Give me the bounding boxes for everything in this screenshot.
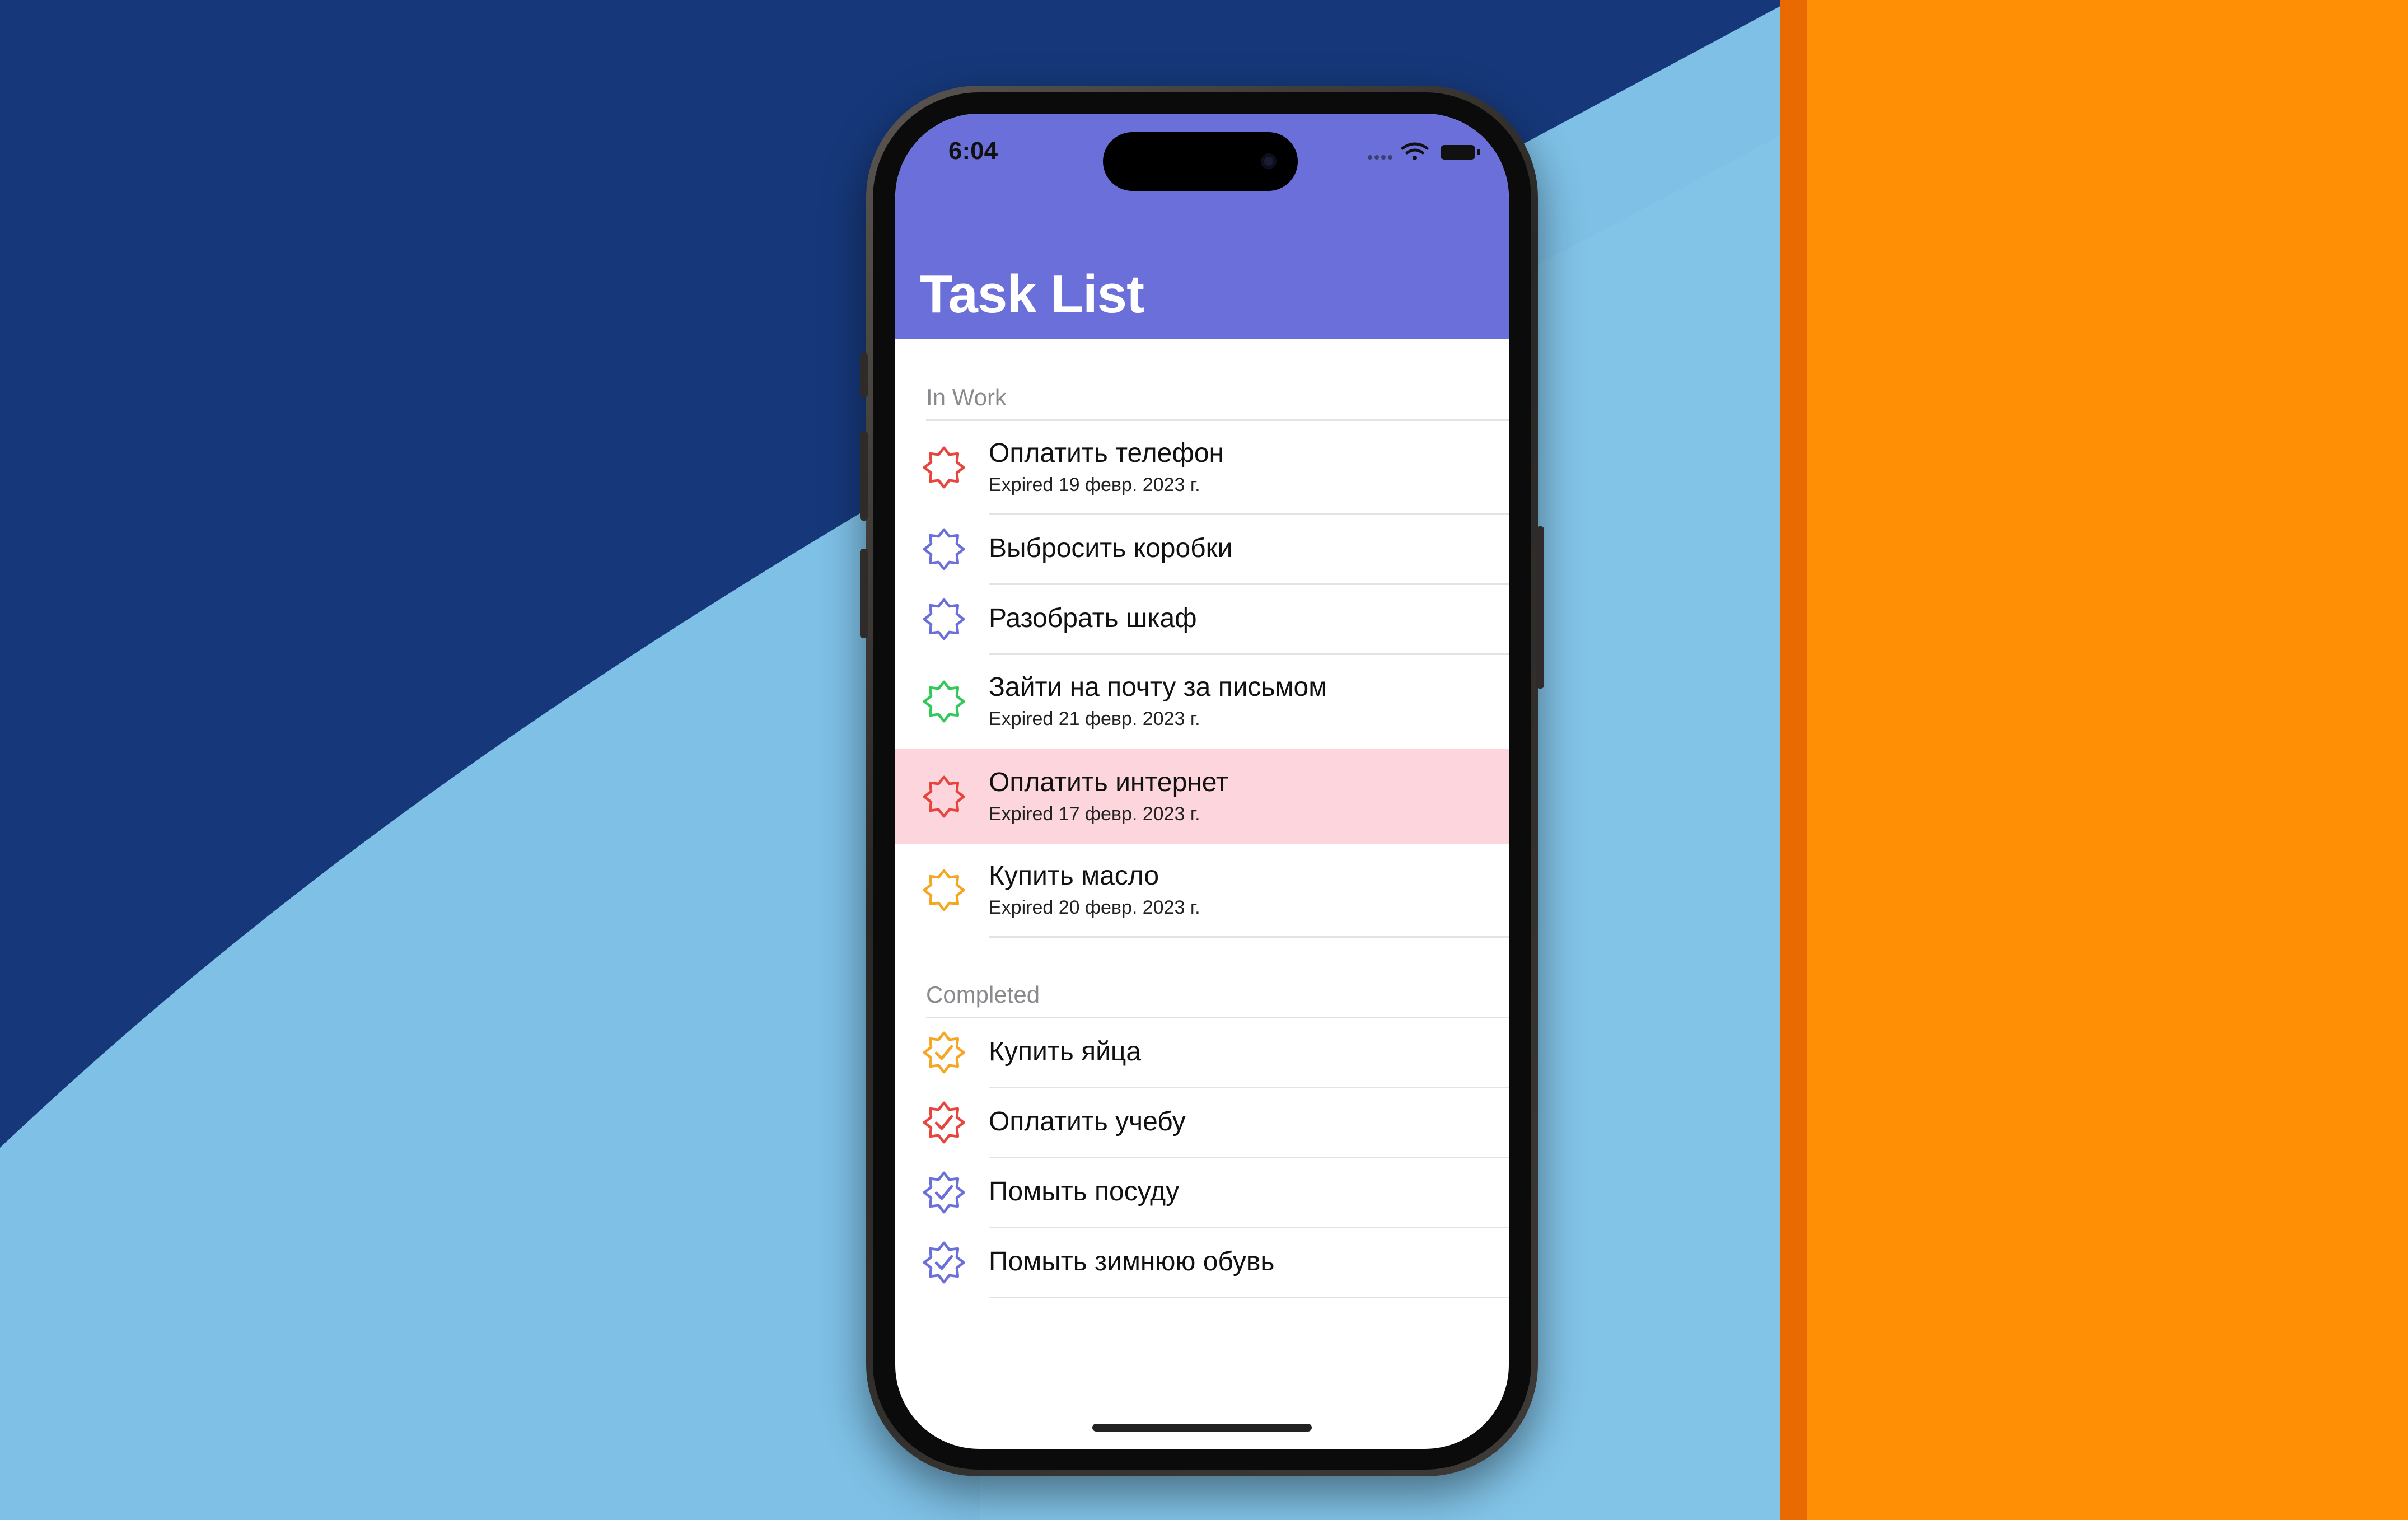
power-button [1536,526,1544,689]
dynamic-island [1103,132,1298,191]
app-screen: 6:04 Task List In Work Оплатить телефон … [895,114,1509,1449]
status-icons [1368,142,1480,160]
front-camera-icon [1261,153,1277,169]
task-row-highlighted[interactable]: Оплатить интернет Expired 17 февр. 2023 … [895,749,1509,844]
checkmark-badge-icon [923,1101,965,1144]
task-title: Помыть зимнюю обувь [989,1247,1275,1276]
task-expiry: Expired 21 февр. 2023 г. [989,708,1200,729]
volume-up-button [860,431,868,521]
checkmark-badge-icon [923,1171,965,1214]
checkmark-badge-icon [923,1031,965,1074]
row-divider [989,936,1509,938]
section-header-completed: Completed [926,981,1040,1008]
task-title: Купить масло [989,861,1159,891]
badge-outline-icon [923,869,965,911]
battery-icon [1441,145,1480,160]
checkmark-badge-icon [923,1241,965,1284]
task-row[interactable]: Зайти на почту за письмом Expired 21 фев… [895,655,1509,747]
home-indicator[interactable] [1092,1424,1312,1432]
action-button [860,353,868,397]
task-title: Выбросить коробки [989,534,1233,563]
task-row[interactable]: Оплатить телефон Expired 19 февр. 2023 г… [895,421,1509,513]
task-row[interactable]: Купить масло Expired 20 февр. 2023 г. [895,844,1509,936]
task-title: Оплатить учебу [989,1107,1186,1137]
task-title: Оплатить телефон [989,438,1224,468]
task-title: Оплатить интернет [989,768,1228,797]
task-expiry: Expired 17 февр. 2023 г. [989,803,1200,825]
badge-outline-icon [923,446,965,489]
navigation-bar: 6:04 Task List [895,114,1509,339]
section-header-in-work: In Work [926,384,1007,410]
badge-outline-icon [923,680,965,723]
volume-down-button [860,549,868,638]
row-divider [989,1297,1509,1298]
task-row[interactable]: Купить яйца [895,1018,1509,1087]
task-title: Помыть посуду [989,1177,1180,1206]
badge-outline-icon [923,598,965,640]
task-title: Зайти на почту за письмом [989,672,1327,702]
task-row[interactable]: Разобрать шкаф [895,585,1509,653]
task-row[interactable]: Помыть зимнюю обувь [895,1228,1509,1297]
task-row[interactable]: Выбросить коробки [895,515,1509,583]
task-row[interactable]: Помыть посуду [895,1158,1509,1227]
page-title: Task List [920,264,1144,324]
badge-outline-icon [923,528,965,570]
wifi-icon [1401,142,1429,160]
task-title: Разобрать шкаф [989,604,1197,633]
task-expiry: Expired 19 февр. 2023 г. [989,474,1200,495]
task-row[interactable]: Оплатить учебу [895,1088,1509,1157]
task-title: Купить яйца [989,1037,1142,1067]
status-time: 6:04 [948,137,998,165]
task-expiry: Expired 20 февр. 2023 г. [989,897,1200,918]
cellular-signal-icon [1368,155,1392,160]
badge-outline-icon [923,775,965,818]
